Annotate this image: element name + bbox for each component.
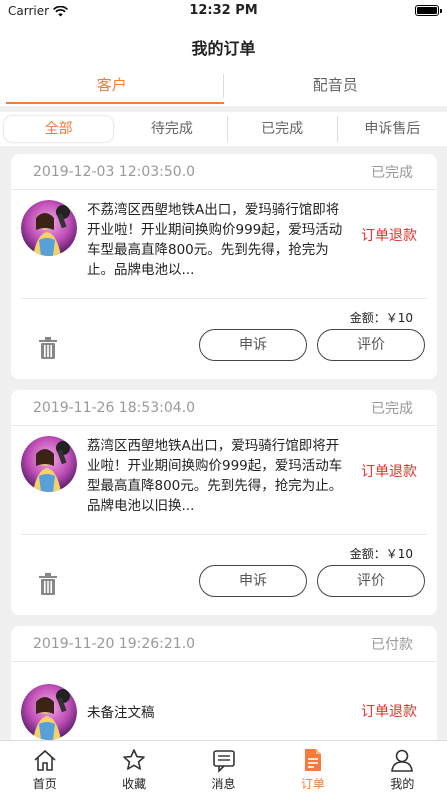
order-description: 不荔湾区西塱地铁A出口，爱玛骑行馆即将开业啦！开业期间换购价999起，爱玛活动车… bbox=[87, 202, 343, 278]
avatar bbox=[21, 200, 77, 256]
tab-favorites-label: 收藏 bbox=[122, 777, 147, 791]
role-divider bbox=[223, 74, 224, 98]
tab-messages[interactable]: 消息 bbox=[179, 741, 268, 794]
order-description: 未备注文稿 bbox=[87, 705, 155, 721]
filter-after-sales[interactable]: 申诉售后 bbox=[338, 116, 447, 142]
order-card[interactable]: 2019-12-03 12:03:50.0 已完成 不荔湾区西塱地铁A出口，爱玛… bbox=[11, 154, 437, 379]
tab-profile-label: 我的 bbox=[390, 777, 415, 791]
tab-voice-actor[interactable]: 配音员 bbox=[224, 66, 447, 106]
appeal-button[interactable]: 申诉 bbox=[199, 329, 307, 361]
order-card[interactable]: 2019-11-26 18:53:04.0 已完成 荔湾区西塱地铁A出口，爱玛骑… bbox=[11, 390, 437, 615]
order-status: 已完成 bbox=[371, 400, 413, 417]
tab-home[interactable]: 首页 bbox=[0, 741, 89, 794]
order-actions: 申诉 评价 bbox=[11, 329, 437, 379]
refund-button[interactable]: 订单退款 bbox=[361, 462, 427, 482]
home-icon bbox=[34, 749, 56, 771]
review-button[interactable]: 评价 bbox=[317, 565, 425, 597]
order-header: 2019-12-03 12:03:50.0 已完成 bbox=[11, 154, 437, 190]
tab-profile[interactable]: 我的 bbox=[358, 741, 447, 794]
message-icon bbox=[212, 750, 235, 773]
profile-icon bbox=[391, 749, 414, 772]
filter-pending[interactable]: 待完成 bbox=[117, 116, 228, 142]
refund-button[interactable]: 订单退款 bbox=[361, 702, 427, 722]
star-icon bbox=[123, 749, 145, 770]
status-time: 12:32 PM bbox=[189, 3, 258, 18]
order-status: 已付款 bbox=[371, 636, 413, 653]
role-tabs: 客户 配音员 bbox=[0, 66, 447, 106]
tab-orders-label: 订单 bbox=[300, 777, 325, 791]
nav-bar: 我的订单 bbox=[0, 22, 447, 66]
order-icon bbox=[304, 749, 321, 771]
battery-icon bbox=[415, 5, 442, 16]
order-body: 荔湾区西塱地铁A出口，爱玛骑行馆即将开业啦！开业期间换购价999起，爱玛活动车型… bbox=[11, 426, 437, 534]
order-status: 已完成 bbox=[371, 164, 413, 181]
order-date: 2019-12-03 12:03:50.0 bbox=[33, 163, 196, 180]
order-body: 不荔湾区西塱地铁A出口，爱玛骑行馆即将开业啦！开业期间换购价999起，爱玛活动车… bbox=[11, 190, 437, 298]
order-description: 荔湾区西塱地铁A出口，爱玛骑行馆即将开业啦！开业期间换购价999起，爱玛活动车型… bbox=[87, 438, 343, 514]
filter-completed[interactable]: 已完成 bbox=[228, 116, 338, 142]
order-actions: 申诉 评价 bbox=[11, 565, 437, 615]
trash-icon[interactable] bbox=[39, 573, 57, 595]
tab-customer[interactable]: 客户 bbox=[0, 66, 224, 106]
order-amount: 金额：￥10 bbox=[349, 311, 413, 325]
filter-all[interactable]: 全部 bbox=[4, 116, 114, 142]
review-button[interactable]: 评价 bbox=[317, 329, 425, 361]
status-bar: Carrier 12:32 PM bbox=[0, 0, 447, 22]
appeal-button[interactable]: 申诉 bbox=[199, 565, 307, 597]
avatar bbox=[21, 684, 77, 740]
status-filter-bar: 全部 待完成 已完成 申诉售后 bbox=[0, 112, 447, 146]
order-amount: 金额：￥10 bbox=[349, 547, 413, 561]
trash-icon[interactable] bbox=[39, 337, 57, 359]
tab-home-label: 首页 bbox=[32, 777, 57, 791]
tab-favorites[interactable]: 收藏 bbox=[89, 741, 178, 794]
order-date: 2019-11-20 19:26:21.0 bbox=[33, 635, 196, 652]
order-header: 2019-11-20 19:26:21.0 已付款 bbox=[11, 626, 437, 662]
tab-orders[interactable]: 订单 bbox=[268, 741, 357, 794]
tab-messages-label: 消息 bbox=[211, 777, 236, 791]
refund-button[interactable]: 订单退款 bbox=[361, 226, 427, 246]
order-list: 2019-12-03 12:03:50.0 已完成 不荔湾区西塱地铁A出口，爱玛… bbox=[11, 154, 437, 763]
avatar bbox=[21, 436, 77, 492]
order-body: 未备注文稿 订单退款 bbox=[11, 662, 437, 752]
order-header: 2019-11-26 18:53:04.0 已完成 bbox=[11, 390, 437, 426]
order-date: 2019-11-26 18:53:04.0 bbox=[33, 399, 196, 416]
order-card[interactable]: 2019-11-20 19:26:21.0 已付款 未备注文稿 订单退款 bbox=[11, 626, 437, 752]
tab-bar: 首页 收藏 消息 订单 我的 bbox=[0, 740, 447, 794]
page-title: 我的订单 bbox=[191, 39, 256, 58]
